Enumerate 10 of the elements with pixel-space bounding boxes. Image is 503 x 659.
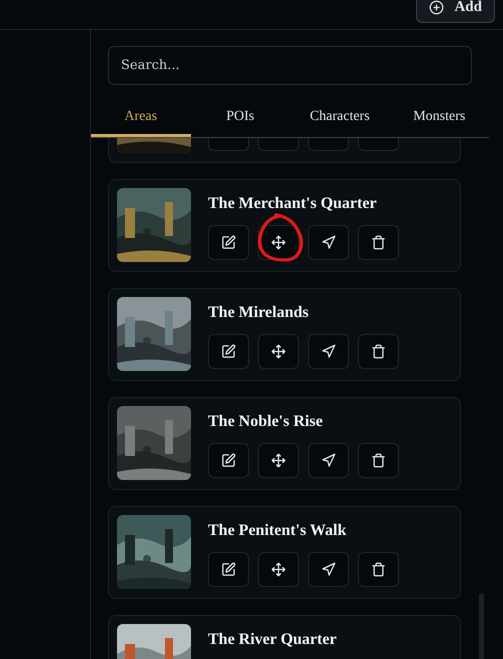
area-title: The River Quarter — [208, 631, 337, 649]
area-title: The Mirelands — [208, 304, 310, 322]
tab[interactable]: Monsters — [390, 99, 489, 137]
tab[interactable]: POIs — [190, 99, 290, 137]
search-field[interactable]: Search... — [108, 46, 472, 85]
area-title: The Noble's Rise — [208, 413, 324, 431]
area-title: The Merchant's Quarter — [208, 195, 378, 213]
tab[interactable]: Characters — [290, 99, 390, 137]
area-title: The Penitent's Walk — [208, 522, 348, 540]
add-button[interactable]: Add — [416, 0, 495, 23]
